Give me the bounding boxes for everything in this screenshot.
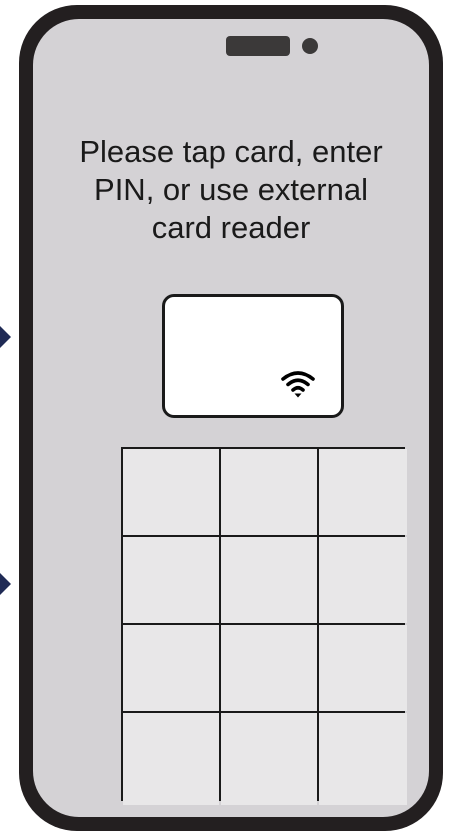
keypad-key[interactable] — [319, 449, 407, 535]
camera-dot-icon — [302, 38, 318, 54]
keypad-key[interactable] — [319, 625, 407, 711]
keypad-key[interactable] — [319, 537, 407, 623]
arrow-bottom-icon — [0, 573, 11, 595]
arrow-top-icon — [0, 326, 11, 348]
keypad-key[interactable] — [123, 537, 219, 623]
keypad-key[interactable] — [123, 449, 219, 535]
keypad-key[interactable] — [319, 713, 407, 805]
phone-frame: Please tap card, enter PIN, or use exter… — [19, 5, 443, 831]
card-tap-area[interactable] — [162, 294, 344, 418]
pin-keypad — [121, 447, 407, 805]
contactless-icon — [281, 371, 315, 398]
camera-bar-icon — [226, 36, 290, 56]
keypad-key[interactable] — [123, 625, 219, 711]
keypad-key[interactable] — [123, 713, 219, 805]
keypad-key[interactable] — [221, 625, 317, 711]
keypad-key[interactable] — [221, 537, 317, 623]
payment-prompt: Please tap card, enter PIN, or use exter… — [79, 134, 383, 245]
phone-screen: Please tap card, enter PIN, or use exter… — [33, 19, 429, 817]
keypad-key[interactable] — [221, 713, 317, 805]
keypad-key[interactable] — [221, 449, 317, 535]
